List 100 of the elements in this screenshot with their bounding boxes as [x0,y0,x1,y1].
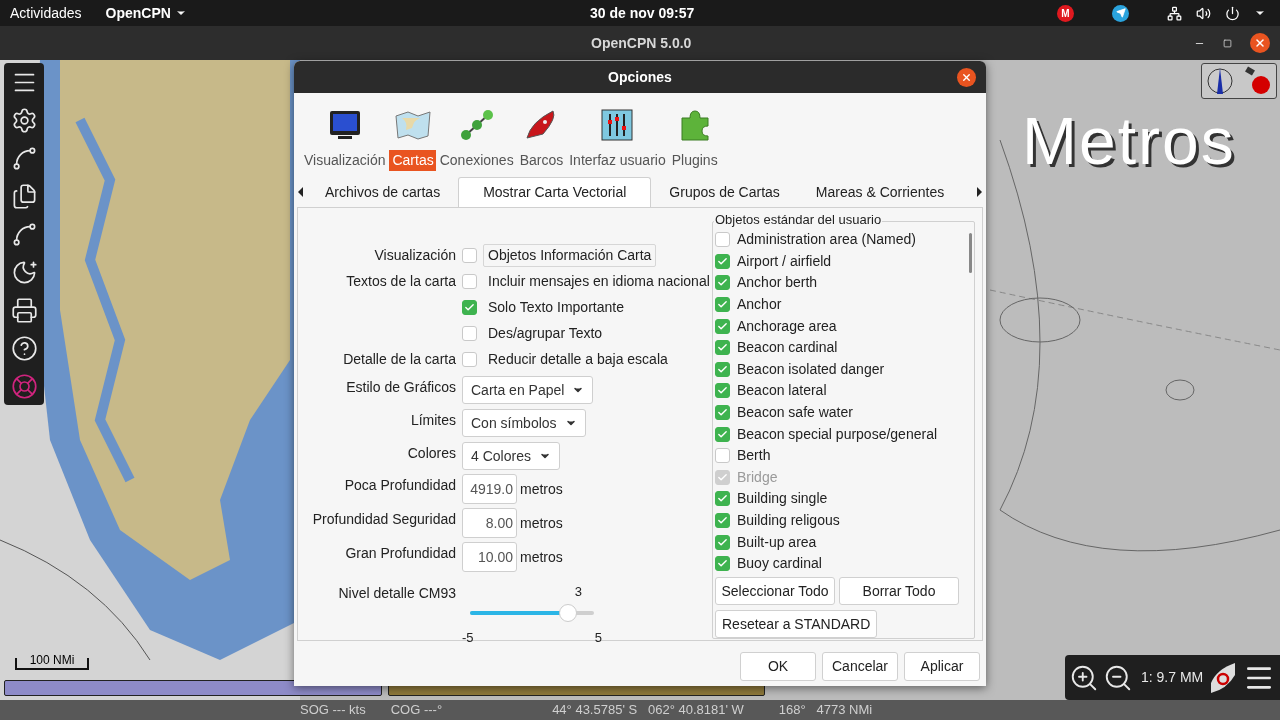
checkbox[interactable] [715,383,730,399]
reset-button[interactable]: Resetear a STANDARD [715,610,878,638]
object-label: Administration area (Named) [737,230,916,250]
check-icon [717,363,728,375]
check-icon [717,536,728,548]
setting-label: Estilo de Gráficos [346,378,456,397]
checkbox-label: Reducir detalle a baja escala [487,350,669,369]
telegram-icon[interactable] [1112,4,1129,22]
checkbox[interactable] [715,534,730,550]
compass-widget[interactable] [1201,63,1277,99]
setting-label: Colores [407,444,456,463]
help-icon[interactable] [10,335,38,362]
setting-label: Nivel detalle CM93 [338,584,456,603]
checkbox[interactable] [462,274,477,289]
status-text: 44° 43.5785' S 062° 40.8181' W [552,701,744,720]
object-label: Building single [737,489,828,509]
dropdown[interactable]: 4 Colores [462,442,560,470]
category-tab[interactable]: Plugins [669,150,720,171]
object-label: Beacon safe water [737,403,853,423]
tray-app-icon[interactable]: M [1057,4,1074,22]
sliders-icon [600,108,635,142]
slider-thumb[interactable] [559,603,578,622]
checkbox[interactable] [715,556,730,572]
check-icon [717,320,728,332]
tab[interactable]: Archivos de cartas [307,177,459,207]
group-title: Objetos estándar del usuario [714,213,883,226]
dialog-button[interactable]: Aplicar [904,652,980,681]
dialog-button[interactable]: Cancelar [822,652,898,681]
object-label: Beacon isolated danger [737,359,885,379]
tab[interactable]: Mostrar Carta Vectorial [458,177,652,207]
object-label: Beacon cardinal [737,338,838,358]
number-field[interactable]: 10.00 [462,542,517,572]
window-title: OpenCPN 5.0.0 [591,33,692,53]
connections-icon [458,108,495,142]
checkbox[interactable] [715,232,730,248]
checkbox[interactable] [715,426,730,442]
category-tab[interactable]: Conexiones [437,150,516,171]
setting-label: Gran Profundidad [345,544,456,563]
chart-quilt-bar[interactable] [4,680,382,696]
checkbox[interactable] [715,448,730,464]
setting-label: Textos de la carta [346,272,456,291]
check-icon [717,471,728,483]
checkbox[interactable] [715,275,730,291]
check-icon [464,302,475,313]
setting-label: Profundidad Seguridad [312,510,456,529]
network-icon[interactable] [1167,5,1182,21]
object-label: Anchor berth [737,273,818,293]
dialog-title: Opciones [608,67,672,87]
checkbox-label: Objetos Información Carta [483,244,657,267]
clear-all-button[interactable]: Borrar Todo [839,577,959,605]
checkbox[interactable] [462,300,477,315]
close-button[interactable] [957,67,976,87]
power-icon[interactable] [1225,5,1240,21]
close-button[interactable] [1250,33,1270,53]
unit-label: metros [520,513,563,533]
object-label: Berth [737,446,771,466]
printer-icon[interactable] [10,297,38,324]
dropdown[interactable]: Con símbolos [462,409,586,437]
compass-icon [1206,66,1234,96]
select-all-button[interactable]: Seleccionar Todo [715,577,835,605]
category-tab[interactable]: Barcos [517,150,566,171]
checkbox[interactable] [462,326,477,341]
category-tab[interactable]: Visualización [302,150,388,171]
slider-value: 3 [574,583,582,601]
scroll-right-icon[interactable] [977,187,982,197]
checkbox[interactable] [715,405,730,421]
slider[interactable] [470,603,594,622]
checkbox[interactable] [715,340,730,356]
volume-icon[interactable] [1196,5,1211,21]
checkbox[interactable] [462,352,477,367]
maximize-icon[interactable] [1223,38,1232,48]
checkbox[interactable] [715,513,730,528]
scroll-left-icon[interactable] [298,187,303,197]
dialog-button[interactable]: OK [740,652,816,681]
tab[interactable]: Grupos de Cartas [651,177,798,207]
object-label: Built-up area [737,532,817,552]
unit-label: metros [520,479,563,499]
status-text: COG ---° [390,701,443,720]
lifebuoy-icon[interactable] [10,373,38,400]
checkbox[interactable] [715,361,730,377]
dropdown[interactable]: Carta en Papel [462,376,594,404]
tab[interactable]: Mareas & Corrientes [797,177,963,207]
checkbox[interactable] [715,491,730,507]
check-icon [717,255,728,267]
close-icon [961,71,972,83]
checkbox[interactable] [462,248,477,263]
category-tab[interactable]: Interfaz usuario [567,150,668,171]
map-icon [393,108,432,142]
activities-button[interactable]: Actividades [10,2,82,24]
category-tab[interactable]: Cartas [389,150,436,171]
number-field[interactable]: 8.00 [462,508,517,538]
clock[interactable]: 30 de nov 09:57 [590,2,695,24]
checkbox[interactable] [715,297,730,313]
status-text: SOG --- kts [300,701,366,720]
app-menu[interactable]: OpenCPN [105,2,187,24]
checkbox[interactable] [715,253,730,269]
number-field[interactable]: 4919.0 [462,474,517,504]
checkbox[interactable] [715,318,730,334]
monitor-icon [327,108,362,142]
units-overlay-text: Metros [1022,108,1236,174]
